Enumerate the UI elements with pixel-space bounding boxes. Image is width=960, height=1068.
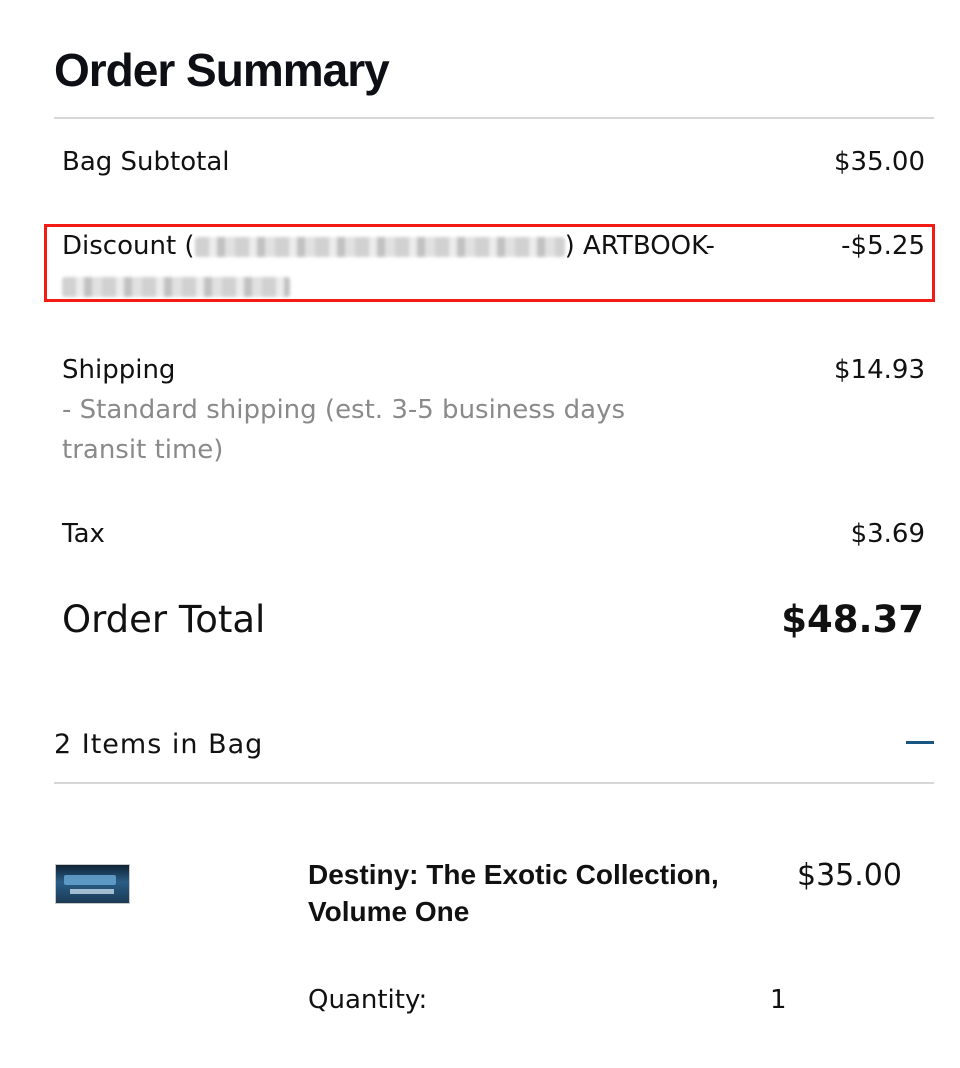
thumbnail-art (70, 889, 114, 894)
shipping-row: Shipping - Standard shipping (est. 3-5 b… (62, 350, 925, 470)
items-in-bag-label[interactable]: 2 Items in Bag (54, 726, 263, 764)
product-name[interactable]: Destiny: The Exotic Collection, Volume O… (308, 856, 768, 930)
order-total-label: Order Total (62, 598, 266, 641)
shipping-value: $14.93 (834, 355, 925, 385)
shipping-label: Shipping (62, 355, 176, 385)
discount-highlight-box (44, 224, 935, 302)
quantity-value: 1 (770, 985, 787, 1015)
shipping-label-group: Shipping - Standard shipping (est. 3-5 b… (62, 350, 702, 470)
bag-subtotal-row: Bag Subtotal $35.00 (62, 142, 925, 182)
collapse-icon[interactable] (906, 741, 934, 744)
shipping-detail: - Standard shipping (est. 3-5 business d… (62, 395, 626, 465)
tax-row: Tax $3.69 (62, 514, 925, 554)
product-price: $35.00 (797, 858, 902, 893)
bag-subtotal-value: $35.00 (834, 147, 925, 177)
tax-label: Tax (62, 519, 105, 549)
quantity-label: Quantity: (308, 985, 428, 1015)
tax-value: $3.69 (850, 519, 925, 549)
divider (54, 117, 934, 119)
product-thumbnail[interactable] (56, 865, 129, 903)
thumbnail-art (64, 875, 116, 885)
order-summary-title: Order Summary (54, 44, 390, 96)
order-total-value: $48.37 (781, 598, 924, 641)
divider (54, 782, 934, 784)
bag-subtotal-label: Bag Subtotal (62, 147, 230, 177)
